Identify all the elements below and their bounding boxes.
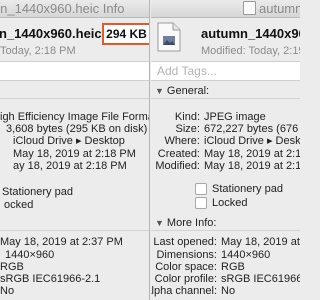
general-section-header[interactable]: ▼ General: — [151, 84, 300, 99]
locked-label: Locked — [212, 197, 248, 209]
file-name: n_1440x960.heic — [0, 26, 102, 41]
alpha-channel-label: Alpha channel: — [151, 285, 217, 297]
file-size-badge: 294 KB — [102, 23, 149, 45]
color-profile-value: sRGB IEC61966-2.1 — [0, 273, 101, 285]
file-name: autumn_1440x960.jp — [201, 26, 300, 41]
where-label: Where: — [164, 135, 200, 147]
more-info-section-header[interactable] — [0, 216, 149, 231]
tags-field[interactable] — [0, 61, 149, 81]
more-info-title: More Info: — [166, 217, 217, 229]
general-section-header[interactable] — [0, 84, 149, 99]
file-header: autumn_1440x960.jp Modified: Today, 2:19… — [151, 19, 300, 59]
heic-info-window: autumn_1440x960.heic Info n_1440x960.hei… — [0, 0, 150, 300]
modified-label: Modified: — [155, 160, 200, 172]
locked-label: ocked — [4, 199, 34, 211]
window-title: autumn_1440x960.heic Info — [0, 1, 125, 16]
window-titlebar[interactable]: autumn_1440x960.heic Info — [0, 0, 149, 18]
modified-summary-value: Today, 2:18 PM — [0, 45, 76, 57]
more-info-section-header[interactable]: ▼ More Info: — [151, 216, 300, 231]
alpha-channel-value: No — [221, 285, 236, 297]
tags-field[interactable] — [151, 61, 300, 81]
window-title: autumn_1440x960.jpg — [259, 1, 300, 16]
last-opened-value: May 18, 2019 at 2:37 PM — [0, 236, 123, 248]
where-value: iCloud Drive ▸ Deskto — [204, 135, 300, 147]
where-value: iCloud Drive ▸ Desktop — [13, 135, 125, 147]
triangle-down-icon[interactable]: ▼ — [155, 84, 164, 98]
window-titlebar[interactable]: autumn_1440x960.jpg — [151, 0, 300, 18]
modified-summary: Modified: Today, 2:19 PM — [201, 45, 300, 57]
document-icon — [243, 1, 256, 15]
general-title: General: — [166, 85, 210, 97]
last-opened-value: May 18, 2019 at 2:3 — [221, 236, 300, 248]
last-opened-label: Last opened: — [153, 236, 217, 248]
modified-summary: Today, 2:18 PM — [0, 45, 76, 57]
modified-value: May 18, 2019 at 2:19 — [204, 160, 300, 172]
triangle-down-icon[interactable]: ▼ — [155, 216, 164, 230]
stationery-label: Stationery pad — [212, 183, 283, 195]
alpha-channel-value: No — [0, 285, 15, 297]
stationery-checkbox[interactable] — [195, 183, 207, 195]
locked-checkbox[interactable] — [195, 197, 207, 209]
tags-input[interactable] — [151, 62, 300, 80]
jpg-info-window: autumn_1440x960.jpg autumn_1440x960.jp M… — [151, 0, 300, 300]
stationery-label: Stationery pad — [2, 186, 73, 198]
modified-value: ay 18, 2019 at 2:18 PM — [13, 160, 127, 172]
